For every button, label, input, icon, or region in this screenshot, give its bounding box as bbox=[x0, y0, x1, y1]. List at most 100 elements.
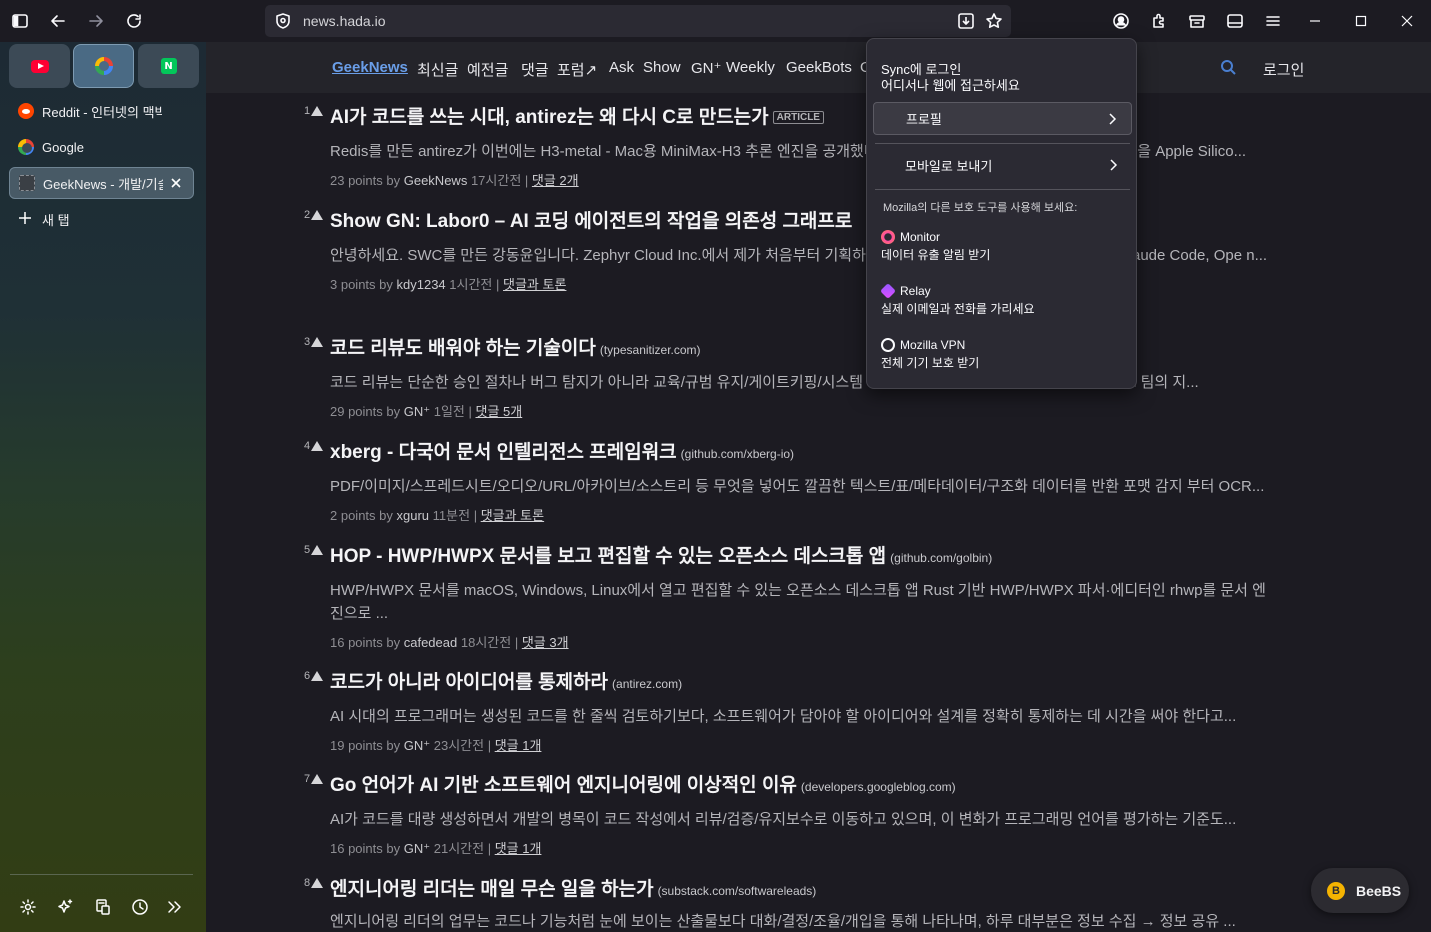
url-text[interactable]: news.hada.io bbox=[303, 13, 386, 29]
item-comments-link[interactable]: 댓글 3개 bbox=[522, 635, 569, 650]
search-icon[interactable] bbox=[1220, 59, 1236, 75]
item-author[interactable]: xguru bbox=[397, 508, 430, 523]
item-domain[interactable]: (typesanitizer.com) bbox=[600, 343, 701, 357]
pinned-tab-google[interactable] bbox=[73, 44, 134, 88]
nav-weekly[interactable]: Weekly bbox=[726, 59, 775, 76]
reader-view-button[interactable] bbox=[1220, 6, 1250, 36]
item-title-link[interactable]: HOP - HWP/HWPX 문서를 보고 편집할 수 있는 오픈소스 데스크톱… bbox=[330, 546, 886, 567]
account-button[interactable] bbox=[1106, 6, 1136, 36]
item-domain[interactable]: (antirez.com) bbox=[612, 677, 682, 691]
upvote-icon[interactable] bbox=[311, 878, 323, 888]
list-item: 2 Show GN: Labor0 – AI 코딩 에이전트의 작업을 의존성 … bbox=[304, 206, 1310, 293]
item-rank: 6 bbox=[304, 670, 311, 682]
forward-button[interactable] bbox=[81, 6, 111, 36]
sidebar-toggle-button[interactable] bbox=[5, 6, 35, 36]
nav-comments[interactable]: 댓글 bbox=[521, 59, 549, 80]
item-time: 1일전 bbox=[433, 404, 465, 419]
site-logo-link[interactable]: GeekNews bbox=[332, 59, 408, 76]
vpn-tool-item[interactable]: Mozilla VPN 전체 기기 보호 받기 bbox=[881, 338, 979, 371]
sidebar-tab-geeknews[interactable]: GeekNews - 개발/기술/스타트업 뉴스 bbox=[9, 167, 194, 199]
back-button[interactable] bbox=[43, 6, 73, 36]
nav-ask[interactable]: Ask bbox=[609, 59, 634, 76]
item-description[interactable]: 엔지니어링 리더의 업무는 코드나 기능처럼 눈에 보이는 산출물보다 대화/결… bbox=[330, 910, 1276, 932]
close-tab-button[interactable] bbox=[169, 176, 183, 190]
item-author[interactable]: kdy1234 bbox=[397, 277, 446, 292]
sidebar-tab-reddit[interactable]: Reddit - 인터넷의 맥박 bbox=[9, 95, 194, 127]
item-author[interactable]: GN⁺ bbox=[404, 738, 430, 753]
synced-tabs-button[interactable] bbox=[90, 894, 116, 920]
star-bookmark-icon[interactable] bbox=[985, 12, 1003, 30]
monitor-tool-item[interactable]: Monitor 데이터 유출 알림 받기 bbox=[881, 230, 990, 263]
reddit-icon bbox=[18, 103, 34, 119]
reload-button[interactable] bbox=[119, 6, 149, 36]
url-bar[interactable]: news.hada.io bbox=[265, 5, 1011, 37]
item-author[interactable]: cafedead bbox=[404, 635, 458, 650]
nav-past[interactable]: 예전글 bbox=[467, 59, 508, 80]
expand-sidebar-button[interactable] bbox=[161, 894, 187, 920]
item-time: 21시간전 bbox=[433, 841, 485, 856]
maximize-button[interactable] bbox=[1339, 6, 1383, 36]
item-domain[interactable]: (developers.googleblog.com) bbox=[801, 780, 956, 794]
ai-chatbot-button[interactable] bbox=[53, 894, 79, 920]
beebs-floating-button[interactable]: B BeeBS bbox=[1311, 868, 1409, 913]
item-description[interactable]: PDF/이미지/스프레드시트/오디오/URL/아카이브/소스트리 등 무엇을 넣… bbox=[330, 475, 1276, 498]
minimize-button[interactable] bbox=[1293, 6, 1337, 36]
close-icon bbox=[1401, 15, 1413, 27]
vertical-tabs-sidebar: N Reddit - 인터넷의 맥박 Google GeekNews - 개발/… bbox=[0, 42, 206, 932]
item-description[interactable]: AI 시대의 프로그래머는 생성된 코드를 한 줄씩 검토하기보다, 소프트웨어… bbox=[330, 705, 1276, 728]
item-title-link[interactable]: Go 언어가 AI 기반 소프트웨어 엔지니어링에 이상적인 이유 bbox=[330, 775, 797, 796]
save-page-icon[interactable] bbox=[957, 12, 975, 30]
item-description[interactable]: HWP/HWPX 문서를 macOS, Windows, Linux에서 열고 … bbox=[330, 579, 1276, 625]
item-author[interactable]: GN⁺ bbox=[404, 841, 430, 856]
sparkle-icon bbox=[58, 899, 73, 913]
new-tab-button[interactable]: 새 탭 bbox=[9, 203, 194, 235]
upvote-icon[interactable] bbox=[311, 106, 323, 116]
menu-button[interactable] bbox=[1258, 6, 1288, 36]
pinned-tab-naver[interactable]: N bbox=[138, 44, 199, 88]
send-to-mobile-label: 모바일로 보내기 bbox=[905, 159, 993, 174]
nav-geekbots[interactable]: GeekBots bbox=[786, 59, 852, 76]
extensions-button[interactable] bbox=[1144, 6, 1174, 36]
item-domain[interactable]: (github.com/xberg-io) bbox=[681, 447, 794, 461]
item-domain[interactable]: (substack.com/softwareleads) bbox=[658, 884, 817, 898]
item-comments-link[interactable]: 댓글 5개 bbox=[476, 404, 523, 419]
item-title-link[interactable]: 코드가 아니라 아이디어를 통제하라 bbox=[330, 672, 608, 693]
item-comments-link[interactable]: 댓글과 토론 bbox=[481, 508, 544, 523]
upvote-icon[interactable] bbox=[311, 337, 323, 347]
nav-latest[interactable]: 최신글 bbox=[417, 59, 458, 80]
upvote-icon[interactable] bbox=[311, 441, 323, 451]
nav-forum[interactable]: 포럼↗ bbox=[557, 59, 597, 80]
upvote-icon[interactable] bbox=[311, 671, 323, 681]
sync-signin-subtitle[interactable]: 어디서나 웹에 접근하세요 bbox=[881, 75, 1020, 94]
pinned-tab-youtube[interactable] bbox=[9, 44, 70, 88]
upvote-icon[interactable] bbox=[311, 774, 323, 784]
item-title-link[interactable]: 엔지니어링 리더는 매일 무슨 일을 하는가 bbox=[330, 879, 654, 900]
upvote-icon[interactable] bbox=[311, 210, 323, 220]
item-author[interactable]: GN⁺ bbox=[404, 404, 430, 419]
login-link[interactable]: 로그인 bbox=[1263, 59, 1304, 80]
item-comments-link[interactable]: 댓글과 토론 bbox=[503, 277, 566, 292]
item-comments-link[interactable]: 댓글 2개 bbox=[532, 173, 579, 188]
item-title-link[interactable]: Show GN: Labor0 – AI 코딩 에이전트의 작업을 의존성 그래… bbox=[330, 211, 852, 232]
shield-icon[interactable] bbox=[274, 12, 292, 30]
send-to-mobile-menu-item[interactable]: 모바일로 보내기 bbox=[873, 149, 1132, 182]
nav-gnplus[interactable]: GN⁺ bbox=[691, 59, 721, 77]
settings-button[interactable] bbox=[15, 894, 41, 920]
profile-menu-item[interactable]: 프로필 bbox=[873, 102, 1132, 135]
item-title-link[interactable]: AI가 코드를 쓰는 시대, antirez는 왜 다시 C로 만드는가 bbox=[330, 107, 769, 128]
nav-show[interactable]: Show bbox=[643, 59, 681, 76]
item-author[interactable]: GeekNews bbox=[404, 173, 468, 188]
relay-tool-item[interactable]: Relay 실제 이메일과 전화를 가리세요 bbox=[880, 283, 1035, 317]
item-domain[interactable]: (github.com/golbin) bbox=[890, 551, 992, 565]
sidebar-divider bbox=[10, 874, 193, 875]
close-window-button[interactable] bbox=[1385, 6, 1429, 36]
upvote-icon[interactable] bbox=[311, 545, 323, 555]
history-button[interactable] bbox=[127, 894, 153, 920]
item-comments-link[interactable]: 댓글 1개 bbox=[495, 841, 542, 856]
item-description[interactable]: AI가 코드를 대량 생성하면서 개발의 병목이 코드 작성에서 리뷰/검증/유… bbox=[330, 808, 1276, 831]
containers-button[interactable] bbox=[1182, 6, 1212, 36]
item-title-link[interactable]: xberg - 다국어 문서 인텔리전스 프레임워크 bbox=[330, 442, 677, 463]
sidebar-tab-google[interactable]: Google bbox=[9, 131, 194, 163]
item-title-link[interactable]: 코드 리뷰도 배워야 하는 기술이다 bbox=[330, 338, 596, 359]
item-comments-link[interactable]: 댓글 1개 bbox=[495, 738, 542, 753]
